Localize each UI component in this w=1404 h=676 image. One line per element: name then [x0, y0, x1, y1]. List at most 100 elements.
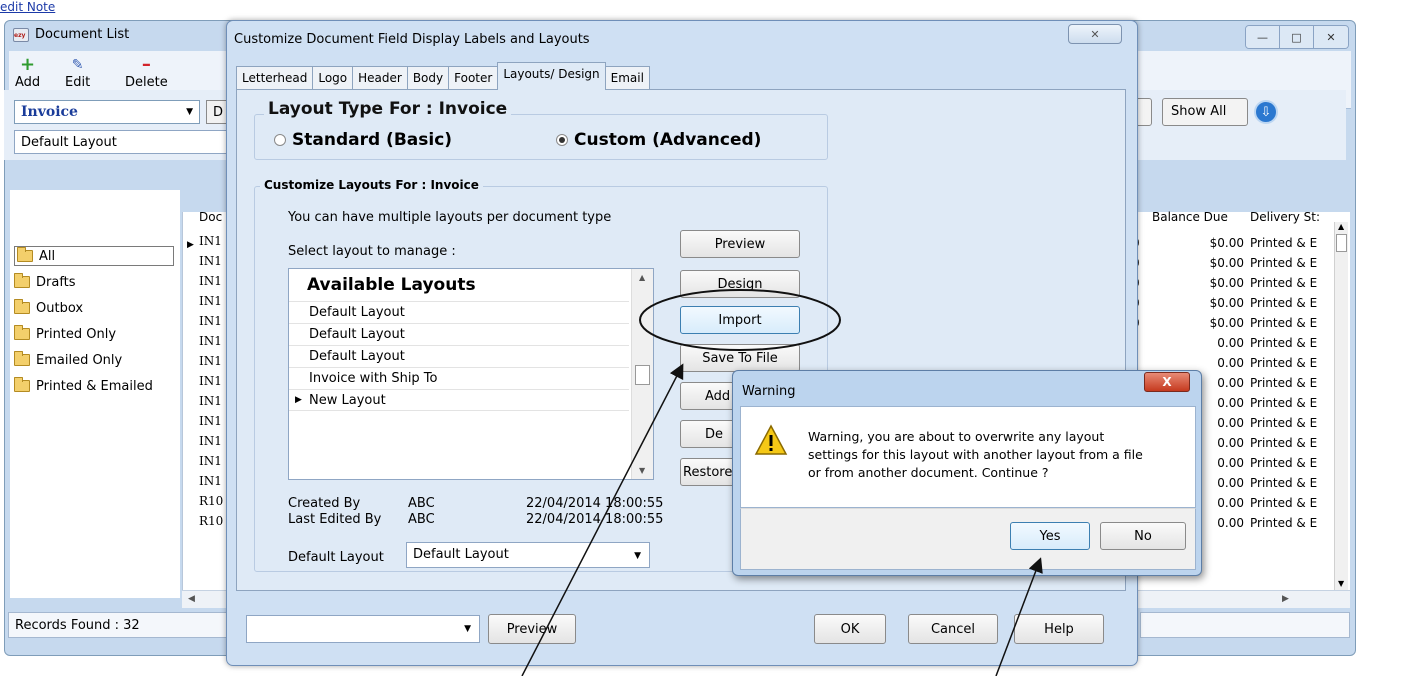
vertical-scrollbar[interactable]: ▲ ▼ [1334, 222, 1348, 590]
folder-emailed-only[interactable]: Emailed Only [14, 350, 122, 370]
table-cell[interactable]: R10 [199, 494, 223, 508]
minimize-button[interactable]: — [1246, 26, 1280, 48]
balance-cell[interactable]: 0.00 [1164, 356, 1244, 370]
available-layouts-list[interactable]: Available Layouts Default Layout Default… [288, 268, 654, 480]
column-header-balance-due[interactable]: Balance Due [1152, 210, 1228, 224]
design-button[interactable]: Design [680, 270, 800, 298]
scroll-down-icon[interactable]: ▼ [639, 466, 645, 475]
table-cell[interactable]: IN1 [199, 354, 222, 368]
balance-cell[interactable]: $0.00 [1164, 296, 1244, 310]
table-cell[interactable]: IN1 [199, 434, 222, 448]
radio-standard[interactable]: Standard (Basic) [274, 130, 452, 150]
delivery-cell[interactable]: Printed & E [1250, 316, 1317, 330]
circle-arrow-down-icon[interactable]: ⇩ [1254, 100, 1278, 124]
scroll-thumb[interactable] [635, 365, 650, 385]
delivery-cell[interactable]: Printed & E [1250, 496, 1317, 510]
tab-header[interactable]: Header [352, 66, 408, 90]
table-cell[interactable]: IN1 [199, 274, 222, 288]
bottom-select[interactable]: ▼ [246, 615, 480, 643]
close-icon[interactable]: X [1144, 372, 1190, 392]
delivery-cell[interactable]: Printed & E [1250, 276, 1317, 290]
preview-button[interactable]: Preview [680, 230, 800, 258]
yes-button[interactable]: Yes [1010, 522, 1090, 550]
table-cell[interactable]: IN1 [199, 254, 222, 268]
delivery-cell[interactable]: Printed & E [1250, 456, 1317, 470]
delivery-cell[interactable]: Printed & E [1250, 516, 1317, 530]
tab-layouts-design[interactable]: Layouts/ Design [497, 62, 606, 90]
folder-printed-only[interactable]: Printed Only [14, 324, 116, 344]
close-button[interactable]: ✕ [1314, 26, 1348, 48]
radio-custom[interactable]: Custom (Advanced) [556, 130, 761, 150]
folder-drafts[interactable]: Drafts [14, 272, 76, 292]
scroll-up-icon[interactable]: ▲ [1338, 222, 1344, 231]
delivery-cell[interactable]: Printed & E [1250, 476, 1317, 490]
close-icon[interactable]: ✕ [1068, 24, 1122, 44]
edit-button[interactable]: ✎ Edit [65, 55, 90, 90]
column-header-delivery-status[interactable]: Delivery St: [1250, 210, 1320, 224]
delivery-cell[interactable]: Printed & E [1250, 396, 1317, 410]
list-item[interactable]: Default Layout [289, 301, 629, 323]
delivery-cell[interactable]: Printed & E [1250, 436, 1317, 450]
default-layout-select[interactable]: Default Layout ▼ [406, 542, 650, 568]
balance-cell[interactable]: 0.00 [1164, 336, 1244, 350]
list-item[interactable]: Default Layout [289, 323, 629, 345]
table-cell[interactable]: IN1 [199, 234, 222, 248]
column-header-doc[interactable]: Doc [199, 210, 222, 224]
maximize-button[interactable]: □ [1280, 26, 1314, 48]
balance-cell[interactable]: $0.00 [1164, 236, 1244, 250]
folder-outbox[interactable]: Outbox [14, 298, 83, 318]
balance-cell[interactable]: $0.00 [1164, 256, 1244, 270]
delivery-cell[interactable]: Printed & E [1250, 256, 1317, 270]
table-cell[interactable]: IN1 [199, 294, 222, 308]
table-cell[interactable]: IN1 [199, 334, 222, 348]
list-item-selected[interactable]: ▶ New Layout [289, 389, 629, 411]
list-item[interactable]: Default Layout [289, 345, 629, 367]
save-to-file-button[interactable]: Save To File [680, 344, 800, 372]
edit-note-link[interactable]: edit Note [0, 0, 55, 14]
scroll-down-icon[interactable]: ▼ [1338, 579, 1344, 588]
balance-cell[interactable]: $0.00 [1164, 316, 1244, 330]
delivery-cell[interactable]: Printed & E [1250, 296, 1317, 310]
cancel-button[interactable]: Cancel [908, 614, 998, 644]
layout-select[interactable]: Default Layout [14, 130, 230, 154]
row-pointer-icon: ▶ [295, 395, 302, 405]
help-button[interactable]: Help [1014, 614, 1104, 644]
folder-all[interactable]: All [14, 246, 174, 266]
import-button[interactable]: Import [680, 306, 800, 334]
customize-layouts-title: Customize Layouts For : Invoice [260, 178, 483, 192]
bottom-preview-button[interactable]: Preview [488, 614, 576, 644]
tab-footer[interactable]: Footer [448, 66, 499, 90]
table-cell[interactable]: R10 [199, 514, 223, 528]
radio-button[interactable] [274, 134, 286, 146]
no-button[interactable]: No [1100, 522, 1186, 550]
list-scrollbar[interactable]: ▲ ▼ [631, 269, 653, 479]
delivery-cell[interactable]: Printed & E [1250, 336, 1317, 350]
tab-body[interactable]: Body [406, 66, 450, 90]
radio-button-selected[interactable] [556, 134, 568, 146]
show-all-button[interactable]: Show All [1162, 98, 1248, 126]
table-cell[interactable]: IN1 [199, 454, 222, 468]
add-button[interactable]: + Add [15, 55, 40, 91]
balance-cell[interactable]: $0.00 [1164, 276, 1244, 290]
delivery-cell[interactable]: Printed & E [1250, 236, 1317, 250]
delivery-cell[interactable]: Printed & E [1250, 356, 1317, 370]
delete-button[interactable]: – Delete [125, 55, 168, 91]
tab-letterhead[interactable]: Letterhead [236, 66, 314, 90]
scroll-thumb[interactable] [1336, 234, 1347, 252]
table-cell[interactable]: IN1 [199, 474, 222, 488]
tab-logo[interactable]: Logo [312, 66, 354, 90]
horizontal-scrollbar[interactable]: ◀ [182, 590, 228, 608]
document-type-select[interactable]: Invoice ▼ [14, 100, 200, 124]
scroll-up-icon[interactable]: ▲ [639, 273, 645, 282]
delivery-cell[interactable]: Printed & E [1250, 416, 1317, 430]
table-cell[interactable]: IN1 [199, 394, 222, 408]
delivery-cell[interactable]: Printed & E [1250, 376, 1317, 390]
table-cell[interactable]: IN1 [199, 314, 222, 328]
horizontal-scrollbar-right[interactable]: ▶ [1132, 590, 1350, 608]
tab-email[interactable]: Email [604, 66, 650, 90]
table-cell[interactable]: IN1 [199, 374, 222, 388]
list-item[interactable]: Invoice with Ship To [289, 367, 629, 389]
folder-printed-emailed[interactable]: Printed & Emailed [14, 376, 153, 396]
ok-button[interactable]: OK [814, 614, 886, 644]
table-cell[interactable]: IN1 [199, 414, 222, 428]
